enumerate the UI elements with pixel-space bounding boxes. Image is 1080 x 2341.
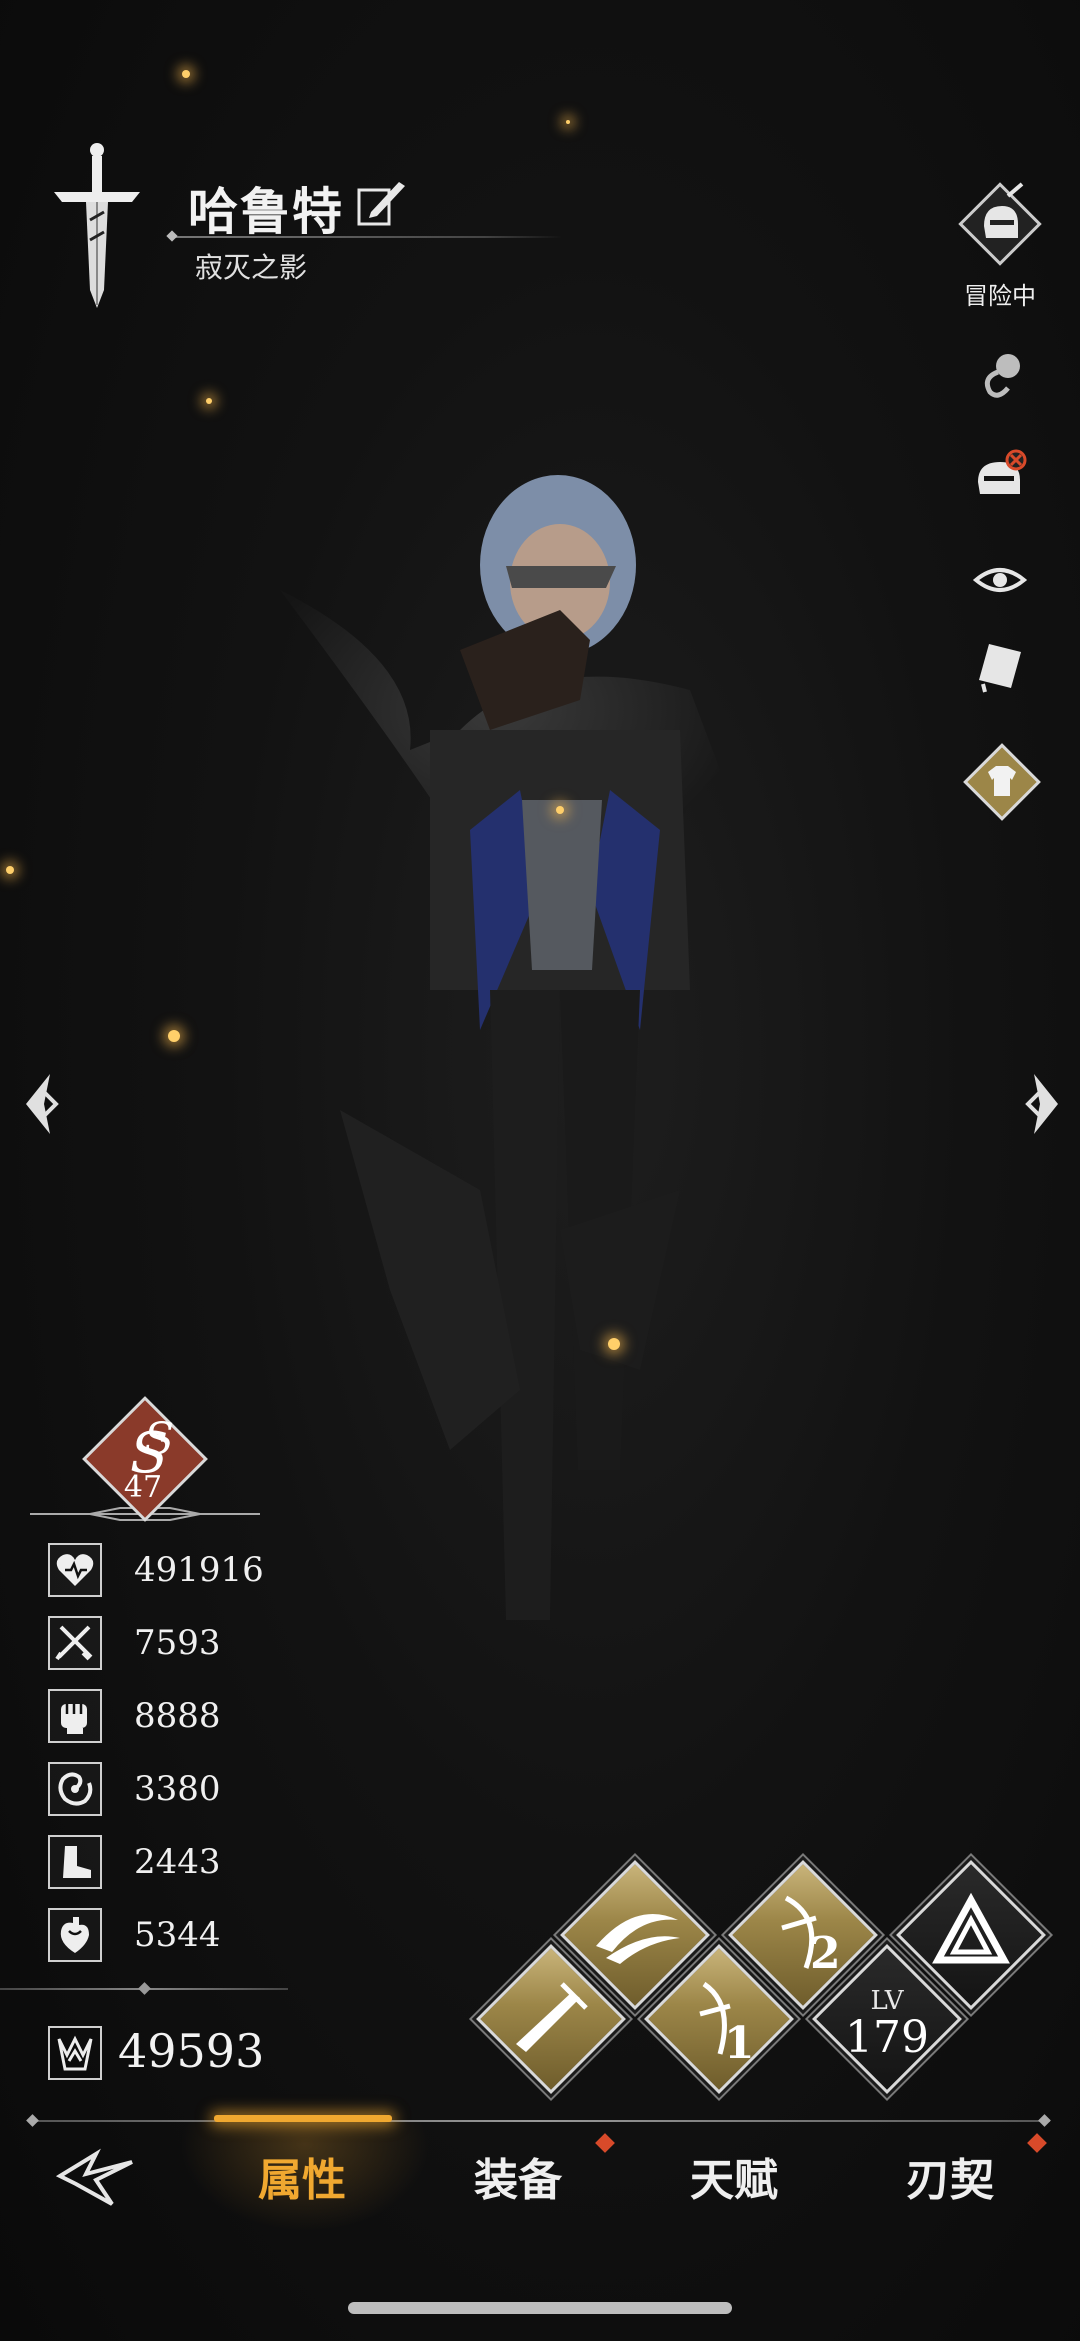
stat-value-speed: 2443 <box>134 1842 221 1882</box>
combat-power-icon <box>48 2026 102 2080</box>
stat-row-health: 491916 <box>48 1540 264 1600</box>
vortex-icon <box>48 1762 102 1816</box>
tab-blade-pact[interactable]: 刃契 <box>870 2144 1030 2208</box>
svg-text:S: S <box>144 1414 174 1465</box>
shirt-icon <box>963 743 1041 821</box>
blade-pact-alert-dot <box>1027 2133 1047 2153</box>
tab-talent[interactable]: 天赋 <box>654 2144 814 2208</box>
ember-particle <box>556 806 564 814</box>
nav-divider-ornament <box>26 2114 39 2127</box>
equipment-alert-dot <box>595 2133 615 2153</box>
tab-equipment[interactable]: 装备 <box>438 2144 598 2208</box>
next-character-arrow[interactable] <box>1016 1070 1064 1138</box>
stat-value-vitality: 5344 <box>134 1915 221 1955</box>
edit-name-icon[interactable] <box>355 176 407 228</box>
stat-value-health: 491916 <box>134 1550 264 1590</box>
stat-row-vitality: 5344 <box>48 1905 221 1965</box>
anatomical-heart-icon <box>48 1908 102 1962</box>
combat-power-value: 49593 <box>118 2024 265 2078</box>
nav-divider <box>30 2120 1050 2122</box>
view-eye-icon[interactable] <box>968 548 1032 612</box>
crossed-swords-icon <box>48 1616 102 1670</box>
name-underline-ornament <box>166 230 178 242</box>
rank-ss-icon: S S <box>82 1396 208 1522</box>
link-icon-glyph <box>984 354 1020 398</box>
helmet-icon <box>978 449 1027 494</box>
stat-row-speed: 2443 <box>48 1832 221 1892</box>
stat-row-attack: 7593 <box>48 1613 221 1673</box>
nav-divider-ornament <box>1038 2114 1051 2127</box>
ember-particle <box>566 120 570 124</box>
home-indicator[interactable] <box>348 2302 732 2314</box>
boot-icon <box>48 1835 102 1889</box>
back-icon[interactable] <box>56 2140 136 2210</box>
ember-particle <box>182 70 190 78</box>
stat-value-attack: 7593 <box>134 1623 221 1663</box>
awaken-skill-slot[interactable] <box>896 1860 1046 2010</box>
hide-helmet-icon[interactable] <box>968 446 1032 510</box>
rank-level: 47 <box>123 1470 163 1505</box>
stat-row-magic: 3380 <box>48 1759 221 1819</box>
eye-icon <box>972 568 1028 592</box>
card-icon[interactable] <box>968 636 1032 700</box>
ember-particle <box>206 398 212 404</box>
previous-character-arrow[interactable] <box>20 1070 68 1138</box>
heart-icon <box>48 1543 102 1597</box>
status-label: 冒险中 <box>964 282 1036 310</box>
ember-particle <box>608 1338 620 1350</box>
stats-divider-ornament <box>138 1982 151 1995</box>
active-tab-indicator <box>214 2115 392 2122</box>
skill-slot-1-number: 1 <box>724 2018 755 2069</box>
dagger-class-icon <box>54 143 140 308</box>
outfit-button[interactable] <box>954 734 1050 830</box>
name-underline <box>172 236 562 238</box>
adventure-status-icon[interactable] <box>952 176 1048 272</box>
stat-value-magic: 3380 <box>134 1769 221 1809</box>
ember-particle <box>6 866 14 874</box>
character-name: 哈鲁特 <box>188 183 344 241</box>
triangle-rune-icon <box>932 1892 1010 1964</box>
fist-icon <box>48 1689 102 1743</box>
card-icon-glyph <box>979 644 1021 693</box>
tab-attributes[interactable]: 属性 <box>222 2144 382 2208</box>
level-value: 179 <box>845 2012 929 2063</box>
ember-particle <box>168 1030 180 1042</box>
stat-value-power: 8888 <box>134 1696 221 1736</box>
character-title: 寂灭之影 <box>195 251 308 284</box>
stat-row-power: 8888 <box>48 1686 221 1746</box>
character-model[interactable] <box>260 470 760 1670</box>
link-icon[interactable] <box>968 344 1032 408</box>
